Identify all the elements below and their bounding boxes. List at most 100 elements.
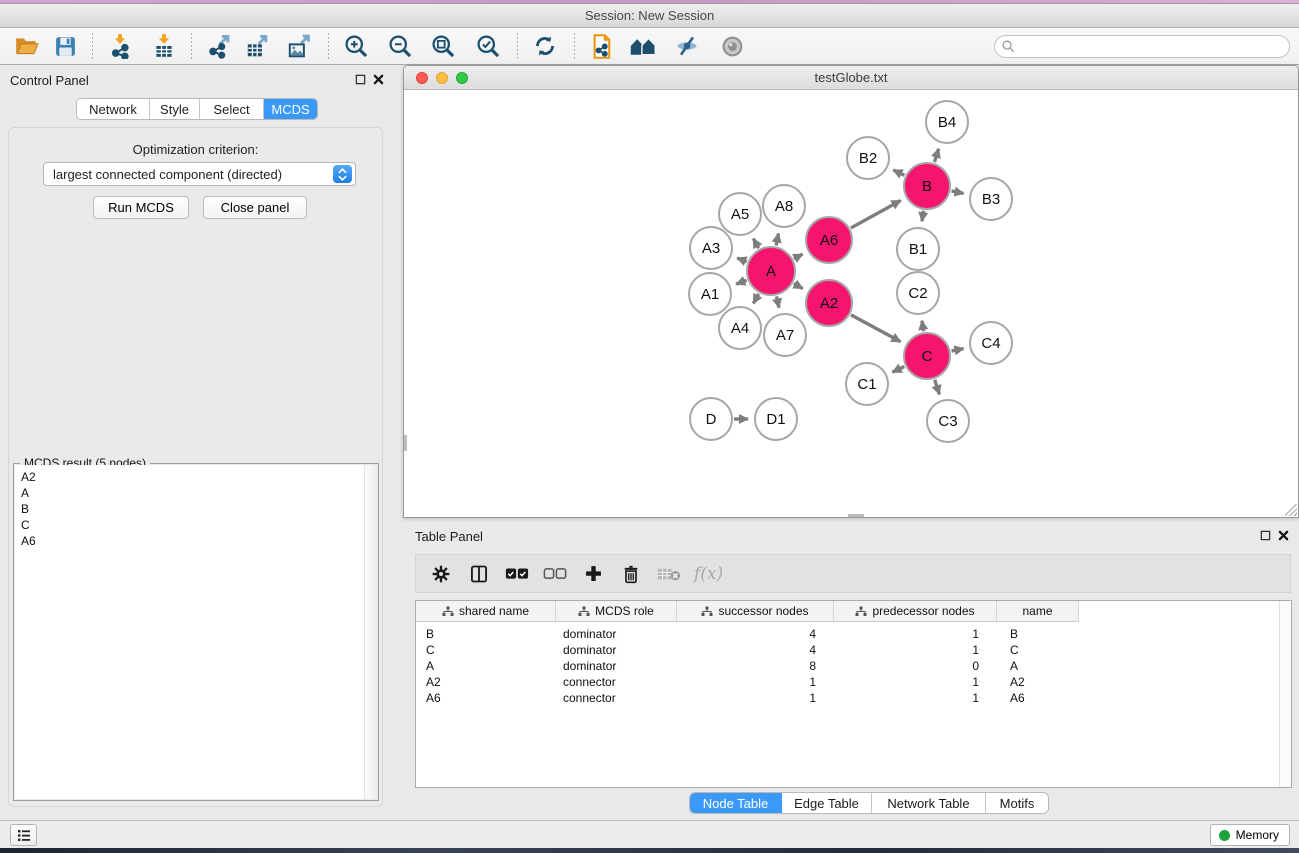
show-column-panel-button[interactable] [466, 560, 492, 588]
graph-edge-B-B4[interactable] [934, 149, 938, 162]
toolbar-separator [92, 33, 93, 59]
mcds-result-item[interactable]: A [15, 485, 377, 501]
tab-motifs[interactable]: Motifs [986, 793, 1048, 813]
table-row[interactable]: Bdominator41B [416, 626, 1291, 642]
attribute-icon [855, 606, 867, 617]
import-table-icon [151, 33, 177, 59]
tab-network-table[interactable]: Network Table [872, 793, 986, 813]
graph-edge-B-B3[interactable] [951, 191, 963, 193]
search-input[interactable] [994, 35, 1290, 58]
graph-node-label-A6: A6 [820, 232, 838, 249]
show-graphics-details-button[interactable] [713, 31, 751, 61]
create-column-button[interactable] [580, 560, 606, 588]
table-settings-button[interactable] [428, 560, 454, 588]
graph-edge-C-C3[interactable] [935, 380, 940, 395]
select-all-columns-button[interactable] [504, 560, 530, 588]
graph-edge-A-A5[interactable] [753, 239, 758, 249]
column-header-name[interactable]: name [997, 601, 1079, 621]
table-row[interactable]: Cdominator41C [416, 642, 1291, 658]
memory-button[interactable]: Memory [1210, 824, 1290, 846]
task-history-button[interactable] [10, 824, 37, 846]
table-row[interactable]: A2connector11A2 [416, 674, 1291, 690]
graph-edge-C-C4[interactable] [951, 349, 963, 351]
checked-boxes-icon [505, 567, 529, 581]
table-scrollbar[interactable] [1279, 601, 1291, 787]
delete-table-icon [657, 566, 681, 582]
trash-icon [621, 564, 641, 584]
table-panel-title: Table Panel [415, 529, 483, 544]
tab-select[interactable]: Select [200, 99, 264, 119]
gear-icon [431, 564, 451, 584]
graph-edge-C-C2[interactable] [922, 321, 924, 332]
screen: Session: New Session [0, 0, 1299, 853]
graph-edge-A-A7[interactable] [777, 296, 779, 307]
delete-table-button[interactable] [656, 560, 682, 588]
delete-columns-button[interactable] [618, 560, 644, 588]
table-row[interactable]: Adominator80A [416, 658, 1291, 674]
graph-edge-B-B2[interactable] [893, 170, 904, 175]
mcds-result-item[interactable]: A2 [15, 469, 377, 485]
mcds-result-item[interactable]: C [15, 517, 377, 533]
export-table-button[interactable] [238, 31, 276, 61]
task-list-icon [17, 829, 31, 842]
graph-edge-A2-C[interactable] [851, 315, 901, 342]
export-network-button[interactable] [200, 31, 238, 61]
graph-edge-B-B1[interactable] [922, 211, 924, 222]
mcds-result-scrollbar[interactable] [364, 465, 377, 799]
import-network-icon [107, 33, 133, 59]
tab-edge-table[interactable]: Edge Table [782, 793, 872, 813]
app-titlebar[interactable]: Session: New Session [0, 4, 1299, 28]
close-panel-icon[interactable] [1278, 530, 1289, 541]
float-panel-icon[interactable] [355, 74, 366, 85]
zoom-out-button[interactable] [381, 31, 419, 61]
graph-edge-A-A4[interactable] [753, 294, 758, 304]
mcds-result-item[interactable]: A6 [15, 533, 377, 549]
tab-network[interactable]: Network [77, 99, 150, 119]
tab-node-table[interactable]: Node Table [690, 793, 782, 813]
import-table-button[interactable] [145, 31, 183, 61]
graph-edge-A-A8[interactable] [776, 233, 778, 245]
zoom-selected-button[interactable] [469, 31, 507, 61]
tab-style[interactable]: Style [150, 99, 200, 119]
zoom-selected-icon [475, 33, 502, 60]
home-button[interactable] [624, 31, 662, 61]
refresh-view-button[interactable] [526, 31, 564, 61]
column-header-predecessor-nodes[interactable]: predecessor nodes [834, 601, 997, 621]
horizontal-scroll-indicator[interactable] [848, 514, 864, 517]
zoom-fit-button[interactable] [424, 31, 462, 61]
tab-mcds[interactable]: MCDS [264, 99, 317, 119]
network-canvas[interactable]: B4B2BB3A8A5A6A3B1AA1C2A2A4A7C4CC1DD1C3 [404, 90, 1298, 517]
import-network-button[interactable] [101, 31, 139, 61]
resize-grip[interactable] [1285, 504, 1297, 516]
column-header-shared-name[interactable]: shared name [416, 601, 556, 621]
unchecked-boxes-icon [543, 567, 567, 581]
unselect-all-columns-button[interactable] [542, 560, 568, 588]
save-session-button[interactable] [46, 31, 84, 61]
vertical-scroll-indicator[interactable] [404, 435, 407, 451]
graph-edge-A6-B[interactable] [851, 200, 901, 227]
mcds-result-item[interactable]: B [15, 501, 377, 517]
column-header-successor-nodes[interactable]: successor nodes [677, 601, 834, 621]
network-window-titlebar[interactable]: testGlobe.txt [404, 66, 1298, 90]
graph-edge-A-A3[interactable] [737, 258, 747, 262]
clone-network-button[interactable] [583, 31, 621, 61]
zoom-in-button[interactable] [337, 31, 375, 61]
graph-edge-C-C1[interactable] [892, 367, 904, 373]
float-panel-icon[interactable] [1260, 530, 1271, 541]
mcds-result-list[interactable]: A2ABCA6 [15, 465, 377, 799]
close-panel-button[interactable]: Close panel [203, 196, 307, 219]
criterion-select[interactable]: largest connected component (directed) [43, 162, 356, 186]
graph-edge-A-A1[interactable] [736, 280, 746, 284]
graph-edge-A-A6[interactable] [794, 254, 803, 259]
column-header-mcds-role[interactable]: MCDS role [556, 601, 677, 621]
close-panel-icon[interactable] [373, 74, 384, 85]
graph-edge-A-A2[interactable] [794, 284, 803, 289]
export-image-button[interactable] [280, 31, 318, 61]
graph-node-label-A2: A2 [820, 295, 838, 312]
hide-graphics-details-button[interactable] [668, 31, 706, 61]
open-session-button[interactable] [8, 31, 46, 61]
table-cell: dominator [556, 643, 677, 657]
run-mcds-button[interactable]: Run MCDS [93, 196, 189, 219]
table-row[interactable]: A6connector11A6 [416, 690, 1291, 706]
function-builder-button[interactable]: f(x) [694, 564, 723, 584]
